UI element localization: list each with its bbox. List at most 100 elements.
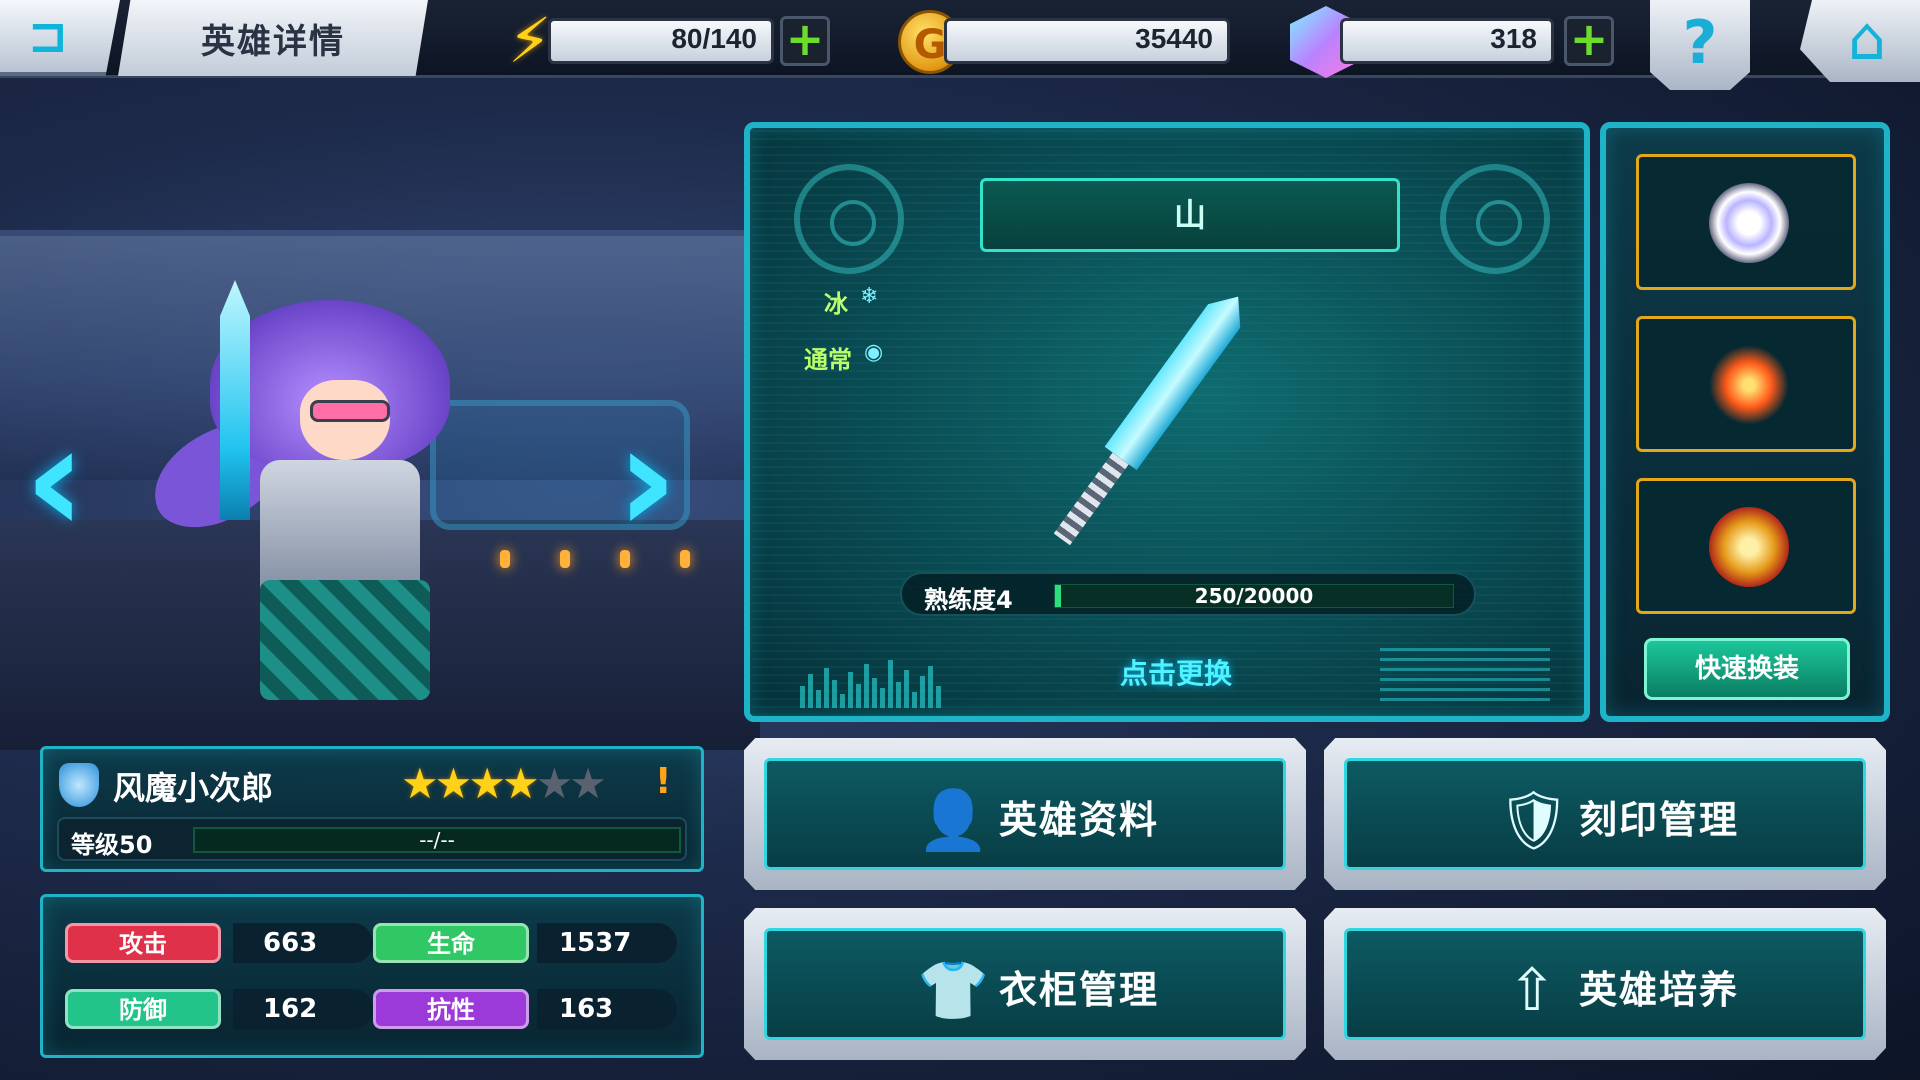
hero-visor: [310, 400, 390, 422]
exp-text: --/--: [419, 828, 455, 852]
training-label: 英雄培养: [1579, 968, 1740, 1012]
equalizer-bar: [808, 674, 813, 708]
hero-blade: [220, 280, 250, 520]
gold-value: 35440: [1135, 23, 1213, 54]
gem-value: 318: [1490, 23, 1537, 54]
add-gems-button[interactable]: +: [1564, 16, 1614, 66]
weapon-name: 山: [1173, 196, 1206, 234]
hero-character: [138, 280, 510, 710]
rarity-dot-icon: ◉: [864, 340, 884, 365]
star-filled-icon: ★: [401, 759, 439, 808]
page-title: 英雄详情: [201, 21, 345, 62]
alert-icon[interactable]: !: [655, 761, 671, 802]
equalizer-bar: [888, 660, 893, 708]
equalizer-bar: [904, 670, 909, 708]
equalizer-bar: [800, 686, 805, 708]
level-row: 等级50 --/--: [57, 817, 687, 861]
sword-hilt: [1053, 452, 1129, 546]
add-energy-button[interactable]: +: [780, 16, 830, 66]
star-filled-icon: ★: [501, 759, 540, 808]
hero-name-panel: 风魔小次郎 ★★★★★★ ! 等级50 --/--: [40, 746, 704, 872]
equipment-slot-panel: 快速换装: [1600, 122, 1890, 722]
gold-display: 35440: [944, 18, 1230, 64]
energy-display: 80/140: [548, 18, 774, 64]
quick-equip-button[interactable]: 快速换装: [1644, 638, 1850, 700]
wardrobe-manage-button[interactable]: 👕 衣柜管理: [744, 908, 1306, 1060]
defense-stat-value: 162: [263, 994, 318, 1024]
star-filled-icon: ★: [468, 759, 506, 808]
page-title-plate: 英雄详情: [118, 0, 428, 76]
burst-emblem-icon: [1709, 345, 1789, 425]
back-button[interactable]: ⊐: [0, 0, 120, 76]
hero-name: 风魔小次郎: [113, 769, 274, 807]
resist-stat-tag: 抗性: [373, 989, 529, 1029]
background-light: [560, 550, 570, 568]
weapon-name-plate: 山: [980, 178, 1400, 252]
star-empty-icon: ★: [535, 759, 574, 808]
equipment-slot-1[interactable]: [1636, 154, 1856, 290]
hero-star-rating: ★★★★★★: [401, 759, 607, 808]
weapon-rarity: 通常: [804, 346, 852, 374]
attack-stat-tag: 攻击: [65, 923, 221, 963]
energy-value: 80/140: [671, 23, 757, 54]
person-profile-icon: 👤: [917, 786, 990, 854]
ice-element-icon: ❄: [860, 284, 879, 309]
gem-display: 318: [1340, 18, 1554, 64]
menu-button-inner: ⇧ 英雄培养: [1344, 928, 1866, 1040]
exp-bar: --/--: [193, 827, 681, 853]
sword-blade: [1104, 285, 1254, 470]
person-upgrade-icon: ⇧: [1507, 956, 1557, 1024]
hp-stat-tag: 生命: [373, 923, 529, 963]
shirt-icon: 👕: [917, 956, 990, 1024]
equalizer-bar: [920, 676, 925, 708]
equalizer-bar: [872, 678, 877, 708]
help-button[interactable]: ?: [1650, 0, 1750, 90]
imprint-shield-icon: 🛡: [1497, 786, 1571, 854]
equalizer-bar: [896, 682, 901, 708]
equipment-slot-3[interactable]: [1636, 478, 1856, 614]
menu-button-inner: 🛡 刻印管理: [1344, 758, 1866, 870]
hero-stats-panel: 攻击 663 生命 1537 防御 162 抗性 163: [40, 894, 704, 1058]
mastery-row: 熟练度4 250/20000: [900, 572, 1476, 616]
change-weapon-button[interactable]: 点击更换: [1120, 652, 1232, 692]
wardrobe-label: 衣柜管理: [999, 968, 1160, 1012]
mastery-progress-bar: 250/20000: [1054, 584, 1454, 608]
hero-info-button[interactable]: 👤 英雄资料: [744, 738, 1306, 890]
background-light: [680, 550, 690, 568]
hero-legs: [260, 580, 430, 700]
equalizer-bar: [928, 666, 933, 708]
hero-training-button[interactable]: ⇧ 英雄培养: [1324, 908, 1886, 1060]
equipment-slot-2[interactable]: [1636, 316, 1856, 452]
medal-emblem-icon: [1709, 507, 1789, 587]
menu-button-inner: 👤 英雄资料: [764, 758, 1286, 870]
equalizer-bar: [832, 680, 837, 708]
equalizer-bar: [864, 664, 869, 708]
radar-decor-icon: [1440, 164, 1550, 274]
ring-accessory-icon: [1709, 183, 1789, 263]
imprint-manage-button[interactable]: 🛡 刻印管理: [1324, 738, 1886, 890]
hp-stat-value: 1537: [559, 928, 632, 958]
equalizer-bar: [856, 684, 861, 708]
weapon-panel[interactable]: 山 冰 ❄ 通常 ◉ 熟练度4 250/20000 点击更换: [744, 122, 1590, 722]
equalizer-bar: [912, 692, 917, 708]
imprint-label: 刻印管理: [1579, 798, 1740, 842]
mastery-text: 250/20000: [1194, 584, 1314, 608]
equalizer-bar: [824, 668, 829, 708]
hero-class-shield-icon: [59, 763, 99, 807]
resist-stat-value: 163: [559, 994, 614, 1024]
equalizer-bar: [848, 672, 853, 708]
equalizer-bar: [816, 690, 821, 708]
attack-stat-value: 663: [263, 928, 318, 958]
menu-button-inner: 👕 衣柜管理: [764, 928, 1286, 1040]
star-filled-icon: ★: [434, 759, 473, 808]
prev-hero-arrow[interactable]: ‹: [20, 405, 90, 555]
decor-lines: [1380, 648, 1550, 708]
hero-body: [260, 460, 420, 600]
back-arrow-icon: ⊐: [27, 8, 69, 64]
defense-stat-tag: 防御: [65, 989, 221, 1029]
equalizer-bar: [840, 694, 845, 708]
mastery-label: 熟练度4: [924, 586, 1013, 614]
equalizer-bar: [880, 688, 885, 708]
next-hero-arrow[interactable]: ›: [612, 405, 682, 555]
home-icon: ⌂: [1848, 4, 1887, 74]
